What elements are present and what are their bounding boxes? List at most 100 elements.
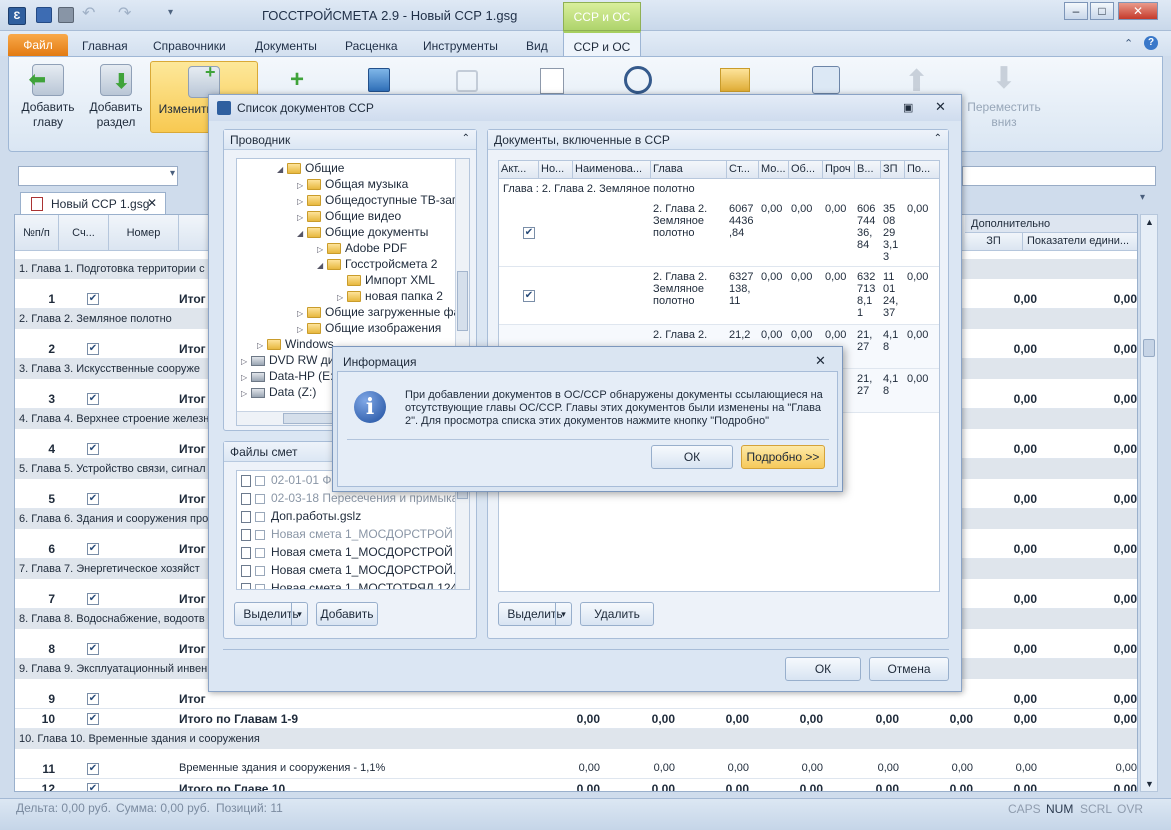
tree-item[interactable]: ◢ Общие — [277, 161, 344, 175]
undo-icon[interactable]: ↶ — [82, 6, 98, 23]
info-close-icon[interactable]: ✕ — [815, 353, 826, 369]
delete-icon[interactable] — [368, 68, 390, 92]
close-tab-icon[interactable]: ✕ — [147, 196, 157, 210]
scroll-down-icon[interactable]: ▼ — [1145, 779, 1154, 789]
row-checkbox[interactable]: ✔ — [87, 643, 99, 655]
grid-scrollbar[interactable]: ▲ ▼ — [1140, 214, 1158, 792]
row-checkbox[interactable]: ✔ — [87, 393, 99, 405]
expand-arrow-icon[interactable]: ◢ — [277, 165, 287, 174]
row-checkbox[interactable]: ✔ — [523, 227, 535, 239]
docs-col-header[interactable]: Акт... — [499, 161, 539, 179]
docs-col-header[interactable]: Об... — [789, 161, 823, 179]
file-checkbox[interactable] — [255, 583, 265, 589]
table-row[interactable]: ✔ 2. Глава 2. Земляное полотно 6067 4436 ,… — [499, 199, 939, 267]
tree-item[interactable]: ◢ Общие документы — [297, 225, 428, 239]
dialog-close-icon[interactable]: ✕ — [935, 99, 946, 115]
file-checkbox[interactable] — [255, 511, 265, 522]
row-checkbox[interactable]: ✔ — [87, 343, 99, 355]
docs-col-header[interactable]: Ст... — [727, 161, 759, 179]
tree-item[interactable]: ▷ DVD RW ди — [241, 353, 334, 367]
docs-col-header[interactable]: Мо... — [759, 161, 789, 179]
row-checkbox[interactable]: ✔ — [87, 443, 99, 455]
save-icon[interactable] — [36, 7, 52, 23]
expand-arrow-icon[interactable]: ◢ — [317, 261, 327, 270]
tree-scroll-thumb[interactable] — [457, 271, 468, 331]
table-row[interactable]: ✔ 2. Глава 2. Земляное полотно 6327 138, 1… — [499, 267, 939, 325]
file-checkbox[interactable] — [255, 493, 265, 504]
col-header-zp[interactable]: ЗП — [965, 233, 1023, 251]
list-item[interactable]: Новая смета 1_МОСДОРСТРОЙ (1). — [241, 527, 469, 541]
info-details-button[interactable]: Подробно >> — [741, 445, 825, 469]
docs-col-header[interactable]: В... — [855, 161, 881, 179]
tree-item[interactable]: ▷ Общая музыка — [297, 177, 408, 191]
row-checkbox[interactable]: ✔ — [87, 593, 99, 605]
list-item[interactable]: Новая смета 1_МОСТОТРЯД 124.gs — [241, 581, 469, 589]
row-checkbox[interactable]: ✔ — [87, 293, 99, 305]
expand-arrow-icon[interactable]: ▷ — [337, 293, 347, 302]
expand-arrow-icon[interactable]: ▷ — [241, 389, 251, 398]
expand-arrow-icon[interactable]: ▷ — [241, 357, 251, 366]
document-icon[interactable] — [540, 68, 564, 94]
row-checkbox[interactable]: ✔ — [87, 493, 99, 505]
dialog-cancel-button[interactable]: Отмена — [869, 657, 949, 681]
redo-icon[interactable]: ↷ — [118, 6, 134, 23]
file-checkbox[interactable] — [255, 529, 265, 540]
docs-col-header[interactable]: По... — [905, 161, 939, 179]
expand-arrow-icon[interactable]: ▷ — [241, 373, 251, 382]
chevron-down-icon[interactable]: ▾ — [291, 603, 307, 625]
tree-item[interactable]: ▷ Общие загруженные фа — [297, 305, 460, 319]
col-header-indicators[interactable]: Показатели едини... — [1023, 233, 1137, 251]
list-item[interactable]: Новая смета 1_МОСДОРСТРОЙ (2). — [241, 545, 469, 559]
expand-arrow-icon[interactable]: ▷ — [257, 341, 267, 350]
maximize-button[interactable]: □ — [1090, 2, 1114, 20]
tree-item[interactable]: ▷ Общие изображения — [297, 321, 441, 335]
select-files-button[interactable]: Выделить ▾ — [234, 602, 308, 626]
row-checkbox[interactable]: ✔ — [523, 290, 535, 302]
list-item[interactable]: 02-03-18 Пересечения и примыкани — [241, 491, 469, 505]
scroll-up-icon[interactable]: ▲ — [1145, 217, 1154, 227]
menu-documents[interactable]: Документы — [255, 39, 317, 53]
dialog-restore-icon[interactable]: ▣ — [903, 101, 913, 114]
help-icon[interactable]: ? — [1144, 36, 1158, 50]
expand-arrow-icon[interactable]: ▷ — [317, 245, 327, 254]
table-row[interactable]: 9 ✔ Итог 0,00 0,00 — [15, 689, 1137, 709]
docs-col-header[interactable]: Но... — [539, 161, 573, 179]
list-item[interactable]: 02-01-01 Ф — [241, 473, 332, 487]
tree-item[interactable]: ▷ Windows — [257, 337, 334, 351]
collapse-ribbon-icon[interactable]: ⌃ — [1124, 37, 1133, 50]
dialog-ok-button[interactable]: ОК — [785, 657, 861, 681]
row-checkbox[interactable]: ✔ — [87, 693, 99, 705]
expand-arrow-icon[interactable]: ▷ — [297, 197, 307, 206]
table-row[interactable]: 12 ✔ Итого по Главе 10 0,00 0,00 0,00 0,00 0,00… — [15, 779, 1137, 791]
col-header-num[interactable]: №п/п — [15, 215, 59, 251]
file-checkbox[interactable] — [255, 565, 265, 576]
menu-tools[interactable]: Инструменты — [423, 39, 498, 53]
tree-item[interactable]: ▷ Общие видео — [297, 209, 401, 223]
folder-icon[interactable] — [720, 68, 750, 92]
add-section-button[interactable]: ⬇ Добавить раздел — [84, 60, 148, 130]
docs-col-header[interactable]: Наименова... — [573, 161, 651, 179]
add-item-icon[interactable]: + — [290, 66, 304, 94]
col-header-number[interactable]: Номер — [109, 215, 179, 251]
row-checkbox[interactable]: ✔ — [87, 763, 99, 775]
expand-arrow-icon[interactable]: ▷ — [297, 309, 307, 318]
minimize-button[interactable]: – — [1064, 2, 1088, 20]
collapse-panel-icon[interactable]: ⌃ — [462, 133, 470, 144]
row-checkbox[interactable]: ✔ — [87, 543, 99, 555]
formula-field[interactable] — [962, 166, 1156, 186]
search-window-icon[interactable] — [812, 66, 840, 94]
expand-arrow-icon[interactable]: ◢ — [297, 229, 307, 238]
docs-col-header[interactable]: Проч — [823, 161, 855, 179]
print-icon[interactable] — [58, 7, 74, 23]
menu-references[interactable]: Справочники — [153, 39, 226, 53]
docs-col-header[interactable]: ЗП — [881, 161, 905, 179]
tree-item[interactable]: ▷ Общедоступные ТВ-запи — [297, 193, 465, 207]
col-header-count[interactable]: Сч... — [59, 215, 109, 251]
table-row[interactable]: 10 ✔ Итого по Главам 1-9 0,00 0,00 0,00 0,00 0,… — [15, 709, 1137, 729]
tree-item[interactable]: ▷ Data-HP (E: — [241, 369, 333, 383]
scroll-thumb[interactable] — [1143, 339, 1155, 357]
chevron-down-icon[interactable]: ▾ — [555, 603, 571, 625]
grid-options-icon[interactable]: ▾ — [1140, 192, 1145, 203]
file-checkbox[interactable] — [255, 475, 265, 486]
refresh-icon[interactable] — [624, 66, 652, 94]
